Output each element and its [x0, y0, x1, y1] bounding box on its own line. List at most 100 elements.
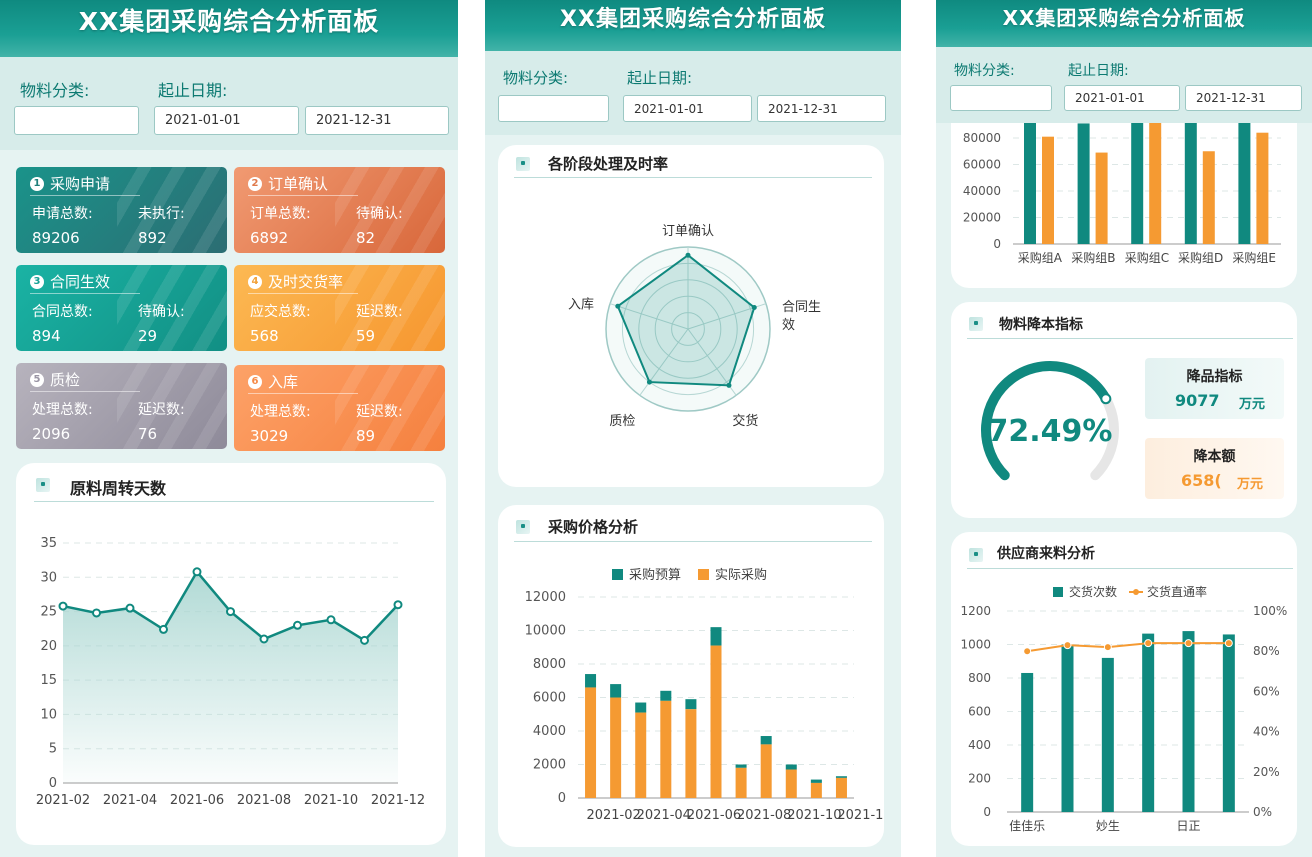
card-label: 订单总数: — [250, 206, 311, 222]
card-label: 待确认: — [138, 304, 185, 320]
card-value: 3029 — [250, 427, 289, 445]
card-label: 处理总数: — [250, 404, 311, 420]
bar-series-1 — [1184, 118, 1197, 244]
legend-label: 实际采购 — [715, 567, 767, 583]
bar-budget — [735, 764, 747, 768]
y-tick-label: 60000 — [963, 158, 1001, 172]
data-point — [159, 624, 168, 634]
card-label: 延迟数: — [356, 304, 403, 320]
y-tick-label: 20 — [40, 639, 57, 654]
bar-deliveries — [1101, 657, 1114, 812]
data-point — [393, 600, 403, 610]
x-tick-label: 2021-06 — [170, 793, 224, 808]
radar-axis-label: 合同生效 — [782, 300, 821, 333]
end-date-input[interactable]: 2021-12-31 — [757, 95, 886, 122]
card-value: 2096 — [32, 425, 71, 443]
y-tick-label: 80000 — [963, 131, 1001, 145]
turnover-panel: 原料周转天数 0 5 10 15 20 25 30 35 2021-02 2021-04 2021-… — [16, 463, 446, 845]
card-quality-check[interactable]: 5 质检 处理总数: 延迟数: 2096 76 — [16, 363, 227, 449]
radar-chart: 合同生效 订单确认交货 质检 入库 — [568, 224, 821, 429]
card-value: 82 — [356, 229, 376, 247]
card-label: 申请总数: — [32, 206, 93, 222]
bar-actual — [810, 782, 822, 798]
data-point — [226, 607, 235, 617]
y-right-tick-label: 60% — [1253, 684, 1280, 698]
bar-actual — [710, 645, 722, 798]
start-date-input[interactable]: 2021-01-01 — [154, 106, 299, 135]
card-index: 3 — [30, 274, 44, 289]
y-right-tick-label: 80% — [1253, 644, 1280, 658]
bar-actual — [610, 697, 622, 798]
x-tick-label: 采购组B — [1071, 250, 1115, 265]
material-select[interactable] — [14, 106, 139, 135]
bar-series-2 — [1202, 151, 1215, 244]
card-value: 59 — [356, 327, 376, 345]
start-date-input[interactable]: 2021-01-01 — [623, 95, 752, 122]
y-tick-label: 30 — [40, 570, 57, 585]
card-index: 6 — [248, 374, 262, 389]
bar-budget — [610, 684, 622, 698]
card-warehousing[interactable]: 6 入库 处理总数: 延迟数: 3029 89 — [234, 365, 445, 451]
stat-unit: 万元 — [1237, 477, 1264, 492]
data-point — [58, 601, 68, 611]
screen-overview: XX集团采购综合分析面板 物料分类: 起止日期: 2021-01-01 2021… — [0, 0, 458, 857]
x-tick-label: 2021-04 — [637, 808, 691, 823]
bar-deliveries — [1142, 633, 1155, 812]
card-contract[interactable]: 3 合同生效 合同总数: 待确认: 894 29 — [16, 265, 227, 351]
y-left-tick-label: 600 — [968, 705, 991, 719]
radar-point — [685, 252, 691, 258]
data-point — [360, 635, 369, 645]
x-tick-label: 2021-10 — [787, 808, 841, 823]
y-tick-label: 20000 — [963, 211, 1001, 225]
y-tick-label: 35 — [40, 536, 57, 551]
y-tick-label: 40000 — [963, 184, 1001, 198]
stat-label: 降品指标 — [1186, 369, 1243, 385]
card-on-time-delivery[interactable]: 4 及时交货率 应交总数: 延迟数: 568 59 — [234, 265, 445, 351]
card-label: 应交总数: — [250, 304, 311, 320]
y-tick-label: 12000 — [525, 590, 566, 605]
bar-series-2 — [1042, 136, 1054, 244]
card-label: 延迟数: — [138, 402, 185, 418]
y-tick-label: 0 — [993, 237, 1001, 251]
x-tick-label: 2021-12 — [371, 793, 425, 808]
date-label: 起止日期: — [627, 69, 693, 87]
material-select[interactable] — [498, 95, 609, 122]
card-value: 76 — [138, 425, 158, 443]
data-point — [125, 603, 135, 613]
radar-point — [726, 382, 732, 388]
bar-budget — [585, 674, 597, 688]
card-purchase-request[interactable]: 1 采购申请 申请总数: 未执行: 89206 892 — [16, 167, 227, 253]
price-chart: 采购预算 实际采购 0 2000 4000 6000 8000 10000 12000 2021-… — [525, 567, 884, 823]
page-title: XX集团采购综合分析面板 — [485, 0, 901, 51]
bar-actual — [585, 687, 597, 798]
y-left-tick-label: 800 — [968, 671, 991, 685]
start-date-input[interactable]: 2021-01-01 — [1064, 85, 1180, 111]
bar-actual — [735, 767, 747, 798]
card-index: 2 — [248, 176, 262, 191]
y-tick-label: 0 — [49, 776, 57, 791]
y-tick-label: 4000 — [533, 724, 566, 739]
card-order-confirm[interactable]: 2 订单确认 订单总数: 待确认: 6892 82 — [234, 167, 445, 253]
legend-label: 交货直通率 — [1147, 584, 1207, 599]
x-tick-label: 采购组D — [1178, 250, 1223, 265]
reduction-target-stat: 降品指标 9077 万元 — [1145, 358, 1284, 419]
reduction-amount-stat: 降本额 658( 万元 — [1145, 438, 1284, 499]
end-date-input[interactable]: 2021-12-31 — [1185, 85, 1302, 111]
data-point — [259, 634, 269, 644]
rate-point — [1023, 647, 1032, 656]
x-tick-label: 采购组A — [1018, 250, 1063, 265]
material-select[interactable] — [950, 85, 1052, 111]
supplier-panel: 供应商来料分析 交货次数 交货直通率 0 200 400 600 800 1000 1200 0%… — [951, 532, 1297, 846]
material-label: 物料分类: — [503, 69, 569, 87]
card-label: 未执行: — [138, 206, 185, 222]
legend-swatch — [1133, 589, 1139, 595]
y-tick-label: 5 — [49, 742, 57, 757]
bar-budget — [835, 776, 847, 778]
card-value: 89206 — [32, 229, 80, 247]
radar-point — [751, 304, 757, 310]
card-value: 568 — [250, 327, 279, 345]
stat-label: 降本额 — [1193, 449, 1236, 465]
end-date-input[interactable]: 2021-12-31 — [305, 106, 449, 135]
stat-value: 9077 — [1175, 391, 1220, 410]
bar-budget — [785, 764, 797, 770]
